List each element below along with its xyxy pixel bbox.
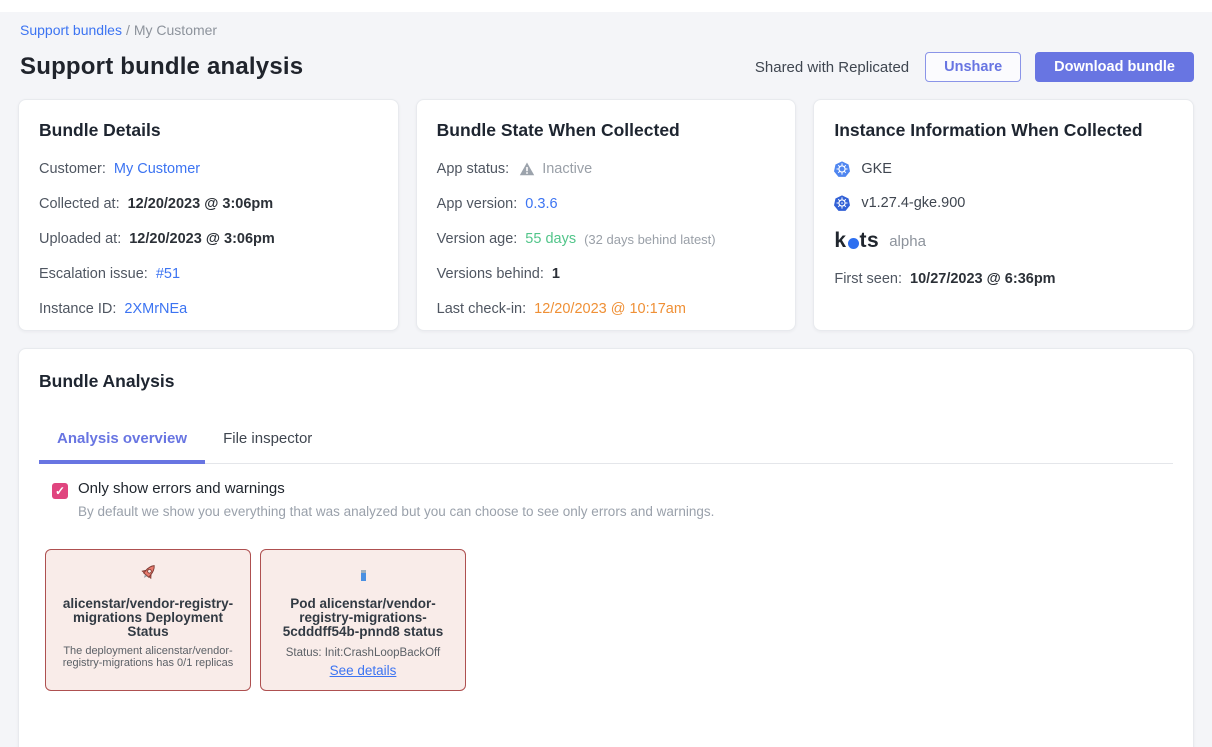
breadcrumb-current: My Customer <box>134 22 217 38</box>
download-bundle-button[interactable]: Download bundle <box>1035 52 1194 82</box>
unshare-button[interactable]: Unshare <box>925 52 1021 82</box>
breadcrumb: Support bundles/My Customer <box>20 22 1194 38</box>
app-version-link[interactable]: 0.3.6 <box>525 196 557 212</box>
info-cards-row: Bundle Details Customer: My Customer Col… <box>18 99 1194 331</box>
see-details-link[interactable]: See details <box>330 663 397 678</box>
version-age-label: Version age: <box>437 231 518 247</box>
page-header: Support bundle analysis Shared with Repl… <box>20 52 1194 82</box>
version-age-row: Version age: 55 days (32 days behind lat… <box>437 231 776 247</box>
last-checkin-label: Last check-in: <box>437 301 526 317</box>
uploaded-at-row: Uploaded at: 12/20/2023 @ 3:06pm <box>39 231 378 247</box>
k8s-version-value: v1.27.4-gke.900 <box>861 195 965 211</box>
versions-behind-row: Versions behind: 1 <box>437 266 776 282</box>
result-status: Status: Init:CrashLoopBackOff <box>271 647 455 659</box>
escalation-issue-row: Escalation issue: #51 <box>39 266 378 282</box>
first-seen-row: First seen: 10/27/2023 @ 6:36pm <box>834 271 1173 287</box>
bundle-details-card: Bundle Details Customer: My Customer Col… <box>18 99 399 331</box>
top-nav-remnant <box>0 0 1212 12</box>
collected-at-value: 12/20/2023 @ 3:06pm <box>128 196 274 212</box>
errors-warnings-label: Only show errors and warnings <box>78 480 714 497</box>
result-detail: The deployment alicenstar/vendor-registr… <box>56 646 240 669</box>
page-title: Support bundle analysis <box>20 53 303 81</box>
bundle-analysis-title: Bundle Analysis <box>39 371 1173 392</box>
last-checkin-value: 12/20/2023 @ 10:17am <box>534 301 686 317</box>
instance-info-title: Instance Information When Collected <box>834 120 1173 141</box>
kots-logo-o-dot <box>848 238 859 249</box>
escalation-issue-label: Escalation issue: <box>39 266 148 282</box>
breadcrumb-support-bundles-link[interactable]: Support bundles <box>20 22 122 38</box>
instance-id-row: Instance ID: 2XMrNEa <box>39 301 378 317</box>
app-status-row: App status: Inactive <box>437 161 776 177</box>
uploaded-at-value: 12/20/2023 @ 3:06pm <box>129 231 275 247</box>
app-version-label: App version: <box>437 196 518 212</box>
collected-at-label: Collected at: <box>39 196 120 212</box>
distribution-value: GKE <box>861 161 892 177</box>
escalation-issue-link[interactable]: #51 <box>156 266 180 282</box>
k8s-version-row: v1.27.4-gke.900 <box>834 195 1173 211</box>
uploaded-at-label: Uploaded at: <box>39 231 121 247</box>
app-version-row: App version: 0.3.6 <box>437 196 776 212</box>
warning-icon <box>519 161 535 177</box>
collected-at-row: Collected at: 12/20/2023 @ 3:06pm <box>39 196 378 212</box>
distribution-row: GKE <box>834 161 1173 177</box>
version-age-value: 55 days <box>525 231 576 247</box>
errors-warnings-description: By default we show you everything that w… <box>78 504 714 519</box>
tab-file-inspector[interactable]: File inspector <box>205 420 330 463</box>
pod-status-result-card[interactable]: Pod alicenstar/vendor-registry-migration… <box>260 549 466 691</box>
last-checkin-row: Last check-in: 12/20/2023 @ 10:17am <box>437 301 776 317</box>
result-title: alicenstar/vendor-registry-migrations De… <box>56 597 240 639</box>
bundle-state-title: Bundle State When Collected <box>437 120 776 141</box>
instance-info-card: Instance Information When Collected GKE … <box>813 99 1194 331</box>
bundle-analysis-card: Bundle Analysis Analysis overview File i… <box>18 348 1194 747</box>
image-icon <box>361 570 366 581</box>
bundle-details-title: Bundle Details <box>39 120 378 141</box>
bundle-state-card: Bundle State When Collected App status: … <box>416 99 797 331</box>
analysis-results: alicenstar/vendor-registry-migrations De… <box>45 549 1173 691</box>
rocket-icon <box>137 562 159 589</box>
instance-id-label: Instance ID: <box>39 301 116 317</box>
first-seen-value: 10/27/2023 @ 6:36pm <box>910 271 1056 287</box>
versions-behind-label: Versions behind: <box>437 266 544 282</box>
kots-row: kts alpha <box>834 229 1173 253</box>
shared-status-text: Shared with Replicated <box>755 59 909 76</box>
result-title: Pod alicenstar/vendor-registry-migration… <box>271 597 455 639</box>
errors-warnings-checkbox[interactable]: ✓ <box>52 483 68 499</box>
page: Support bundles/My Customer Support bund… <box>0 22 1212 747</box>
deployment-status-result-card[interactable]: alicenstar/vendor-registry-migrations De… <box>45 549 251 691</box>
customer-link[interactable]: My Customer <box>114 161 200 177</box>
kubernetes-icon <box>834 161 850 177</box>
kubernetes-icon <box>834 195 850 211</box>
kots-logo: kts <box>834 229 879 253</box>
breadcrumb-separator: / <box>126 22 130 38</box>
tab-analysis-overview[interactable]: Analysis overview <box>39 420 205 464</box>
kots-channel-badge: alpha <box>889 233 926 250</box>
errors-warnings-filter: ✓ Only show errors and warnings By defau… <box>52 480 1173 519</box>
customer-row: Customer: My Customer <box>39 161 378 177</box>
instance-id-link[interactable]: 2XMrNEa <box>124 301 187 317</box>
customer-label: Customer: <box>39 161 106 177</box>
app-status-label: App status: <box>437 161 510 177</box>
versions-behind-value: 1 <box>552 266 560 282</box>
app-status-value: Inactive <box>542 161 592 177</box>
analysis-tabs: Analysis overview File inspector <box>39 420 1173 464</box>
version-age-note: (32 days behind latest) <box>584 232 716 247</box>
first-seen-label: First seen: <box>834 271 902 287</box>
header-actions: Shared with Replicated Unshare Download … <box>755 52 1194 82</box>
